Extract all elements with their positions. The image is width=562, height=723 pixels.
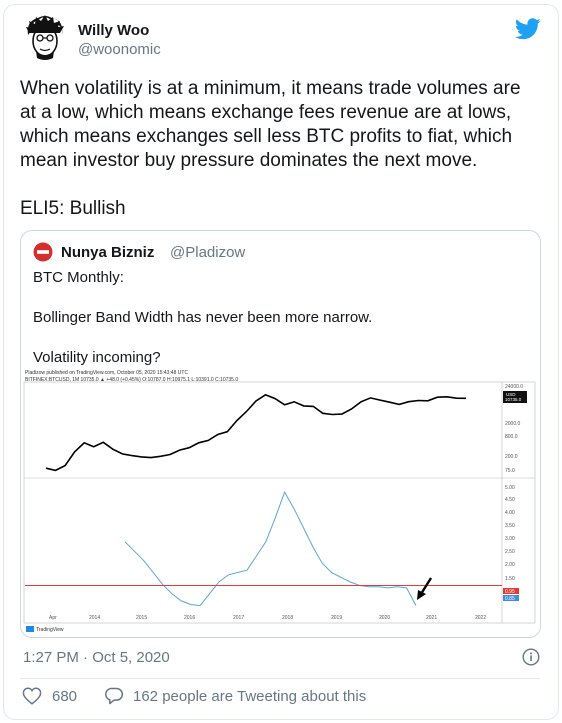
x-tick-label: 2014 (89, 615, 100, 621)
chart-image[interactable]: Pladizow published on TradingView.com, O… (21, 368, 540, 637)
bbw-y-tick-label: 3.50 (505, 523, 515, 529)
bbw-y-tick-label: 3.00 (505, 536, 515, 542)
quoted-paragraph: BTC Monthly: (33, 269, 124, 286)
like-count[interactable]: 680 (52, 688, 77, 705)
chart-header-line1: Pladizow published on TradingView.com, O… (25, 370, 189, 376)
price-y-tick-label: 2000.0 (505, 421, 521, 427)
bbw-y-tick-label: 1.50 (505, 576, 515, 582)
reply-bubble-icon[interactable] (104, 686, 124, 706)
tweet-text: When volatility is at a minimum, it mean… (20, 77, 540, 221)
author-avatar[interactable] (20, 13, 69, 62)
quoted-paragraph: Volatility incoming? (33, 349, 161, 366)
info-icon[interactable] (522, 648, 540, 666)
x-tick-label: 2018 (282, 615, 293, 621)
price-y-tick-label: 75.0 (505, 468, 515, 474)
x-tick-label: 2017 (233, 615, 244, 621)
x-tick-label: 2022 (475, 615, 486, 621)
x-tick-label: 2020 (379, 615, 390, 621)
x-tick-label: 2019 (331, 615, 342, 621)
reply-text[interactable]: 162 people are Tweeting about this (133, 688, 366, 705)
bbw-y-tick-label: 5.00 (505, 485, 515, 491)
x-tick-label: 2016 (184, 615, 195, 621)
bbw-y-tick-label: 0.85 (505, 596, 515, 602)
x-tick-label: 2015 (136, 615, 147, 621)
tweet-paragraph: ELI5: Bullish (20, 198, 126, 219)
price-y-tick-label: 24000.0 (505, 384, 523, 390)
tweet-paragraph: When volatility is at a minimum, it mean… (20, 78, 521, 171)
tradingview-footer: TradingView (36, 627, 64, 633)
quoted-display-name[interactable]: Nunya Bizniz (61, 244, 154, 261)
tweet-timestamp[interactable]: 1:27 PM · Oct 5, 2020 (23, 649, 170, 666)
twitter-bird-icon[interactable] (515, 18, 541, 40)
chart-frame (23, 381, 536, 624)
author-handle[interactable]: @woonomic (78, 41, 161, 58)
tradingview-logo-icon (26, 626, 34, 632)
chart-header-line2: BITFINEX:BTCUSD, 1M 10735.0 ▲ +48.0 (+0.… (25, 377, 239, 383)
chart-header: Pladizow published on TradingView.com, O… (25, 370, 238, 384)
price-badge-value: 10735.0 (505, 397, 522, 402)
bbw-y-tick-label: 2.00 (505, 562, 515, 568)
price-y-tick-label: 200.0 (505, 454, 518, 460)
price-y-tick-label: 800.0 (505, 434, 518, 440)
quoted-tweet[interactable]: Nunya Bizniz @Pladizow BTC Monthly: Boll… (20, 230, 541, 638)
cartoon-avatar-icon (20, 13, 69, 62)
bbw-y-tick-label: 4.50 (505, 497, 515, 503)
bbw-y-tick-label: 0.95 (505, 589, 515, 595)
x-tick-label: 2021 (426, 615, 437, 621)
price-series-line (45, 393, 467, 472)
quoted-paragraph: Bollinger Band Width has never been more… (33, 309, 373, 326)
bbw-y-tick-label: 4.00 (505, 510, 515, 516)
no-entry-icon (33, 242, 53, 262)
bbw-series-line (124, 490, 417, 607)
quoted-handle[interactable]: @Pladizow (170, 244, 245, 261)
quoted-text: BTC Monthly: Bollinger Band Width has ne… (33, 268, 528, 368)
author-display-name[interactable]: Willy Woo (78, 22, 149, 39)
divider (20, 678, 540, 679)
x-tick-label: Apr (49, 615, 57, 621)
btc-chart: 24000.02000.0800.0200.075.0USD10735.05.0… (23, 381, 536, 633)
bbw-y-tick-label: 2.50 (505, 549, 515, 555)
heart-icon[interactable] (22, 687, 42, 705)
